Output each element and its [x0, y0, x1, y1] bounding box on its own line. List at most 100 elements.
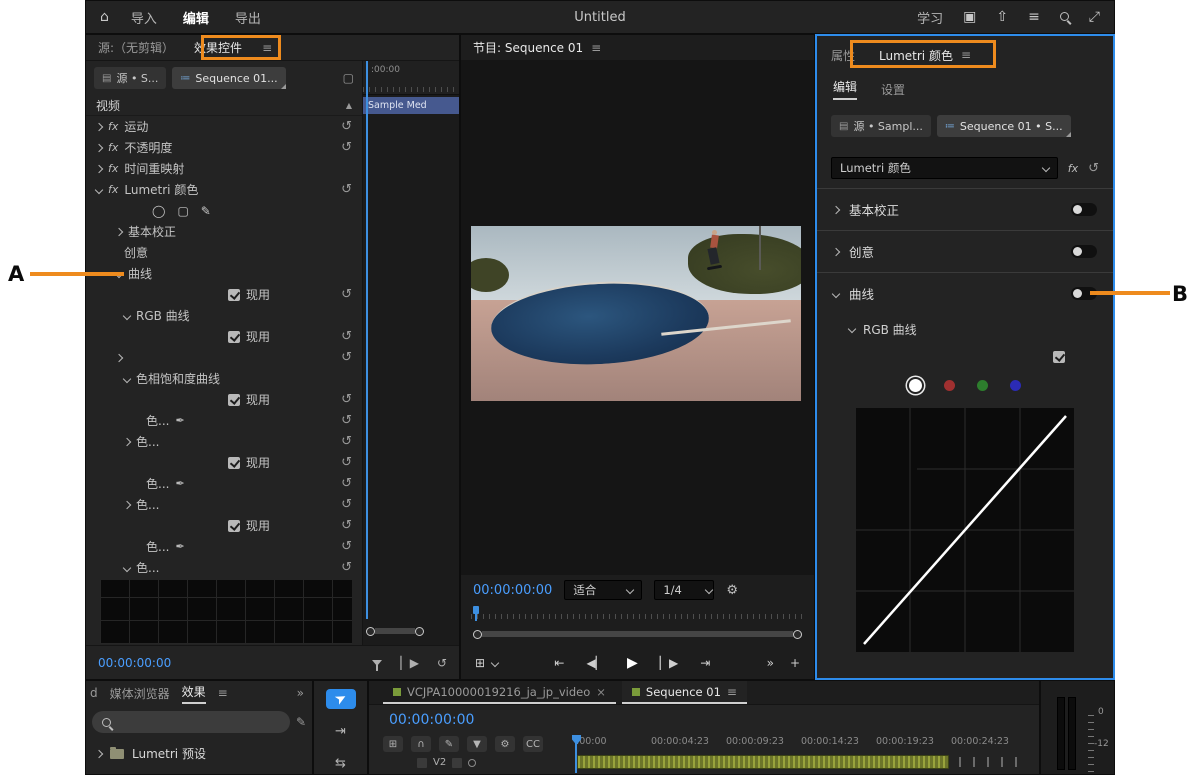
- effect-row[interactable]: fx 不透明度 ✒ ◯▢✎ ▲ ↺: [86, 137, 362, 158]
- program-mini-ruler[interactable]: [471, 605, 804, 621]
- step-back-icon[interactable]: ◀▏: [586, 657, 604, 669]
- fx-badge-icon[interactable]: fx: [108, 183, 118, 196]
- zoom-level-select[interactable]: 适合: [564, 580, 643, 600]
- source-clip-button[interactable]: ▤ 源 • S...: [94, 67, 167, 89]
- ripple-edit-tool-button[interactable]: ⇆: [326, 754, 356, 774]
- effect-row[interactable]: fx 现用 ✒ ◯▢✎ ▲ ↺: [86, 326, 362, 347]
- goto-in-icon[interactable]: ⇤: [554, 657, 564, 669]
- chevron-icon[interactable]: [122, 437, 132, 446]
- effect-row[interactable]: fx 视频 ✒ ◯▢✎ ▲ ↺: [86, 95, 362, 116]
- step-forward-icon[interactable]: ▏▶: [660, 657, 678, 669]
- timeline-timecode[interactable]: 00:00:00:00: [389, 712, 474, 728]
- section-row[interactable]: 曲线: [817, 272, 1113, 314]
- tab-sequence[interactable]: Sequence 01 ≡: [621, 681, 747, 704]
- video-frame[interactable]: [471, 226, 801, 401]
- track-target-icon[interactable]: [452, 757, 463, 768]
- effect-toggle[interactable]: [1071, 203, 1097, 216]
- button-editor-icon[interactable]: ≡: [1028, 10, 1040, 24]
- menu-item[interactable]: 导入: [131, 8, 157, 27]
- reset-icon[interactable]: ↺: [341, 477, 352, 490]
- nest-icon[interactable]: ⊞: [383, 736, 403, 752]
- active-checkbox[interactable]: [228, 330, 240, 343]
- program-timecode[interactable]: 00:00:00:00: [473, 583, 552, 598]
- panel-menu-icon[interactable]: ≡: [591, 41, 601, 55]
- chevron-icon[interactable]: [94, 749, 104, 758]
- tab-partial[interactable]: d: [90, 686, 98, 700]
- effect-row[interactable]: fx 现用 ✒ ◯▢✎ ▲ ↺: [86, 389, 362, 410]
- curves-active-checkbox[interactable]: [1053, 351, 1065, 363]
- tab-media-browser[interactable]: 媒体浏览器: [110, 685, 170, 702]
- tab-settings[interactable]: 设置: [881, 81, 905, 98]
- tab-edit[interactable]: 编辑: [833, 78, 858, 100]
- fx-badge-icon[interactable]: fx: [108, 141, 118, 154]
- tab-effect-controls[interactable]: 效果控件: [194, 39, 242, 56]
- chevron-icon[interactable]: [122, 500, 132, 509]
- effect-row[interactable]: fx 色相饱和度曲线 ✒ ◯▢✎ ▲ ↺: [86, 368, 362, 389]
- effect-row[interactable]: fx 运动 ✒ ◯▢✎ ▲ ↺: [86, 116, 362, 137]
- effect-row[interactable]: fx RGB 曲线 ✒ ◯▢✎ ▲ ↺: [86, 305, 362, 326]
- keyframe-track-area[interactable]: [363, 114, 459, 645]
- maximize-icon[interactable]: ⤢: [1089, 10, 1100, 24]
- tab-effects[interactable]: 效果: [181, 683, 206, 704]
- fx-badge-icon[interactable]: fx: [108, 120, 118, 133]
- settings-wrench-icon[interactable]: ⚙: [726, 583, 738, 598]
- play-clip-icon[interactable]: ▏▶: [400, 656, 418, 670]
- section-row[interactable]: 基本校正: [817, 188, 1113, 230]
- sequence-clip-button[interactable]: ≔ Sequence 01...: [172, 67, 286, 89]
- chevron-icon[interactable]: [94, 185, 104, 194]
- snap-icon[interactable]: ∩: [411, 736, 431, 752]
- scrollbar-handle-left[interactable]: [473, 629, 482, 639]
- playhead-line[interactable]: [366, 61, 368, 619]
- menu-item[interactable]: 编辑: [183, 8, 209, 27]
- add-button-icon[interactable]: +: [790, 657, 800, 669]
- tab-clip[interactable]: VCJPA10000019216_ja_jp_video ×: [383, 681, 616, 704]
- home-icon[interactable]: ⌂: [100, 10, 109, 24]
- effect-row[interactable]: fx 色... ✒ ◯▢✎ ▲ ↺: [86, 536, 362, 557]
- chevron-icon[interactable]: [94, 143, 104, 152]
- mask-rect-icon[interactable]: ▢: [177, 205, 188, 217]
- effect-row[interactable]: fx ✒ ◯▢✎ ▲ ↺: [86, 347, 362, 368]
- active-checkbox[interactable]: [228, 288, 240, 301]
- reset-icon[interactable]: ↺: [341, 435, 352, 448]
- close-icon[interactable]: ×: [596, 685, 606, 699]
- scrollbar-handle-left[interactable]: [366, 626, 375, 636]
- sequence-clip-button[interactable]: ≔ Sequence 01 • S...: [936, 115, 1071, 137]
- effect-row[interactable]: fx 色... ✒ ◯▢✎ ▲ ↺: [86, 494, 362, 515]
- loop-icon[interactable]: ↺: [437, 656, 447, 670]
- effect-row[interactable]: fx ✒ ◯▢✎ ▲ ↺: [86, 200, 362, 221]
- program-zoom-scrollbar[interactable]: [473, 627, 802, 641]
- effect-row[interactable]: fx 色... ✒ ◯▢✎ ▲ ↺: [86, 410, 362, 431]
- effect-row[interactable]: fx Lumetri 颜色 ✒ ◯▢✎ ▲ ↺: [86, 179, 362, 200]
- filter-properties-icon[interactable]: [372, 659, 383, 671]
- chevron-icon[interactable]: [114, 227, 124, 236]
- timeline-view-toggle-icon[interactable]: ▢: [343, 71, 354, 85]
- selection-tool-button[interactable]: ➤: [325, 689, 356, 710]
- reset-icon[interactable]: ↺: [341, 330, 352, 343]
- reset-icon[interactable]: ↺: [341, 288, 352, 301]
- effect-select[interactable]: Lumetri 颜色: [831, 157, 1058, 179]
- panel-menu-icon[interactable]: ≡: [218, 686, 228, 700]
- quick-export-icon[interactable]: ⇧: [996, 10, 1008, 24]
- chevron-icon[interactable]: [831, 289, 841, 298]
- effect-toggle[interactable]: [1071, 245, 1097, 258]
- track-select-tool-button[interactable]: ⇥: [326, 721, 356, 741]
- menu-item[interactable]: 导出: [235, 8, 261, 27]
- chevron-icon[interactable]: [114, 353, 124, 362]
- effect-row[interactable]: fx 色... ✒ ◯▢✎ ▲ ↺: [86, 557, 362, 578]
- panel-menu-icon[interactable]: ≡: [262, 41, 272, 55]
- effect-row[interactable]: fx 创意 ✒ ◯▢✎ ▲ ↺: [86, 242, 362, 263]
- eyedropper-icon[interactable]: ✒: [175, 414, 184, 427]
- curve-preview-grid[interactable]: [100, 580, 352, 644]
- playback-resolution-select[interactable]: 1/4: [654, 580, 715, 600]
- section-row[interactable]: 创意: [817, 230, 1113, 272]
- search-input[interactable]: [92, 711, 290, 733]
- reset-icon[interactable]: ↺: [1088, 162, 1099, 175]
- scrollbar-track[interactable]: [375, 628, 415, 634]
- panel-menu-icon[interactable]: ≡: [961, 48, 971, 62]
- active-checkbox[interactable]: [228, 456, 240, 469]
- properties-label[interactable]: 属性: [831, 47, 855, 64]
- eyedropper-icon[interactable]: ✒: [175, 477, 184, 490]
- reset-icon[interactable]: ↺: [341, 540, 352, 553]
- chevron-icon[interactable]: [114, 269, 124, 278]
- reset-icon[interactable]: ↺: [341, 183, 352, 196]
